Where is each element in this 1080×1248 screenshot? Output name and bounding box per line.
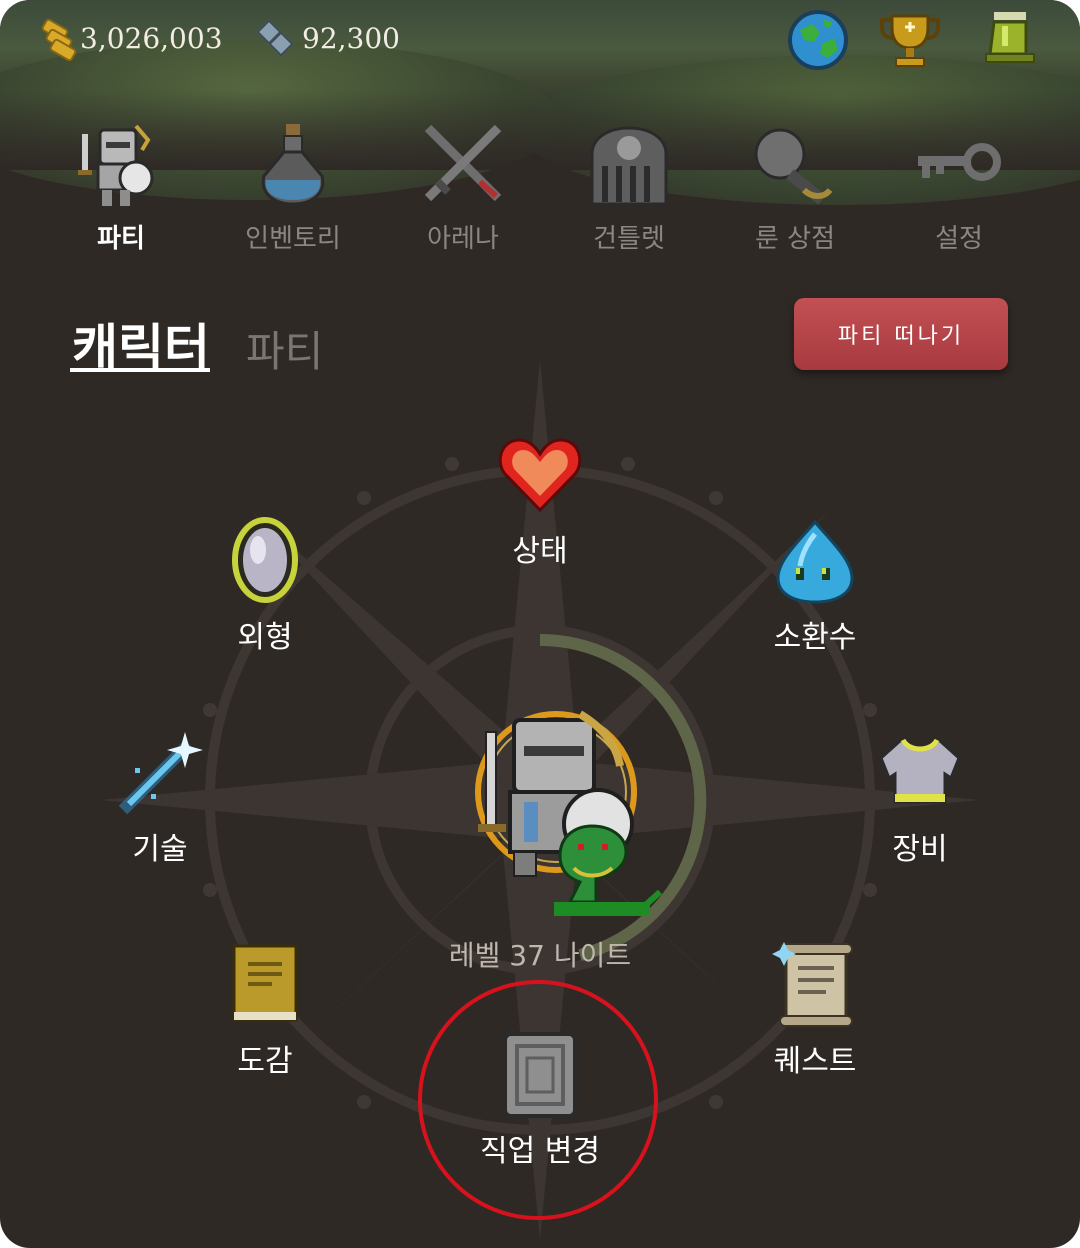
menu-appearance[interactable]: 외형 xyxy=(175,516,355,656)
highlight-circle xyxy=(418,980,658,1220)
menu-label: 도감 xyxy=(237,1044,293,1079)
slime-icon xyxy=(770,516,860,606)
game-screen: 3,026,003 92,300 파티 인벤토리 아레나 건틀렛 룬 상점 설정… xyxy=(0,0,1080,1248)
magic-sparkle-icon xyxy=(115,728,205,818)
menu-skill[interactable]: 기술 xyxy=(70,728,250,868)
menu-collection[interactable]: 도감 xyxy=(175,940,355,1080)
menu-label: 소환수 xyxy=(773,620,857,655)
menu-label: 장비 xyxy=(892,832,948,867)
menu-label: 외형 xyxy=(237,620,293,655)
scroll-icon xyxy=(770,940,860,1030)
book-icon xyxy=(220,940,310,1030)
menu-status[interactable]: 상태 xyxy=(450,430,630,570)
menu-label: 기술 xyxy=(132,832,188,867)
armor-icon xyxy=(875,728,965,818)
menu-summon[interactable]: 소환수 xyxy=(725,516,905,656)
menu-label: 상태 xyxy=(512,534,568,569)
menu-equipment[interactable]: 장비 xyxy=(830,728,1010,868)
menu-label: 퀘스트 xyxy=(773,1044,857,1079)
character-portrait[interactable] xyxy=(470,706,680,926)
mirror-icon xyxy=(220,516,310,606)
menu-quest[interactable]: 퀘스트 xyxy=(725,940,905,1080)
character-level-label: 레벨 37 나이트 xyxy=(448,939,632,972)
heart-icon xyxy=(495,430,585,520)
